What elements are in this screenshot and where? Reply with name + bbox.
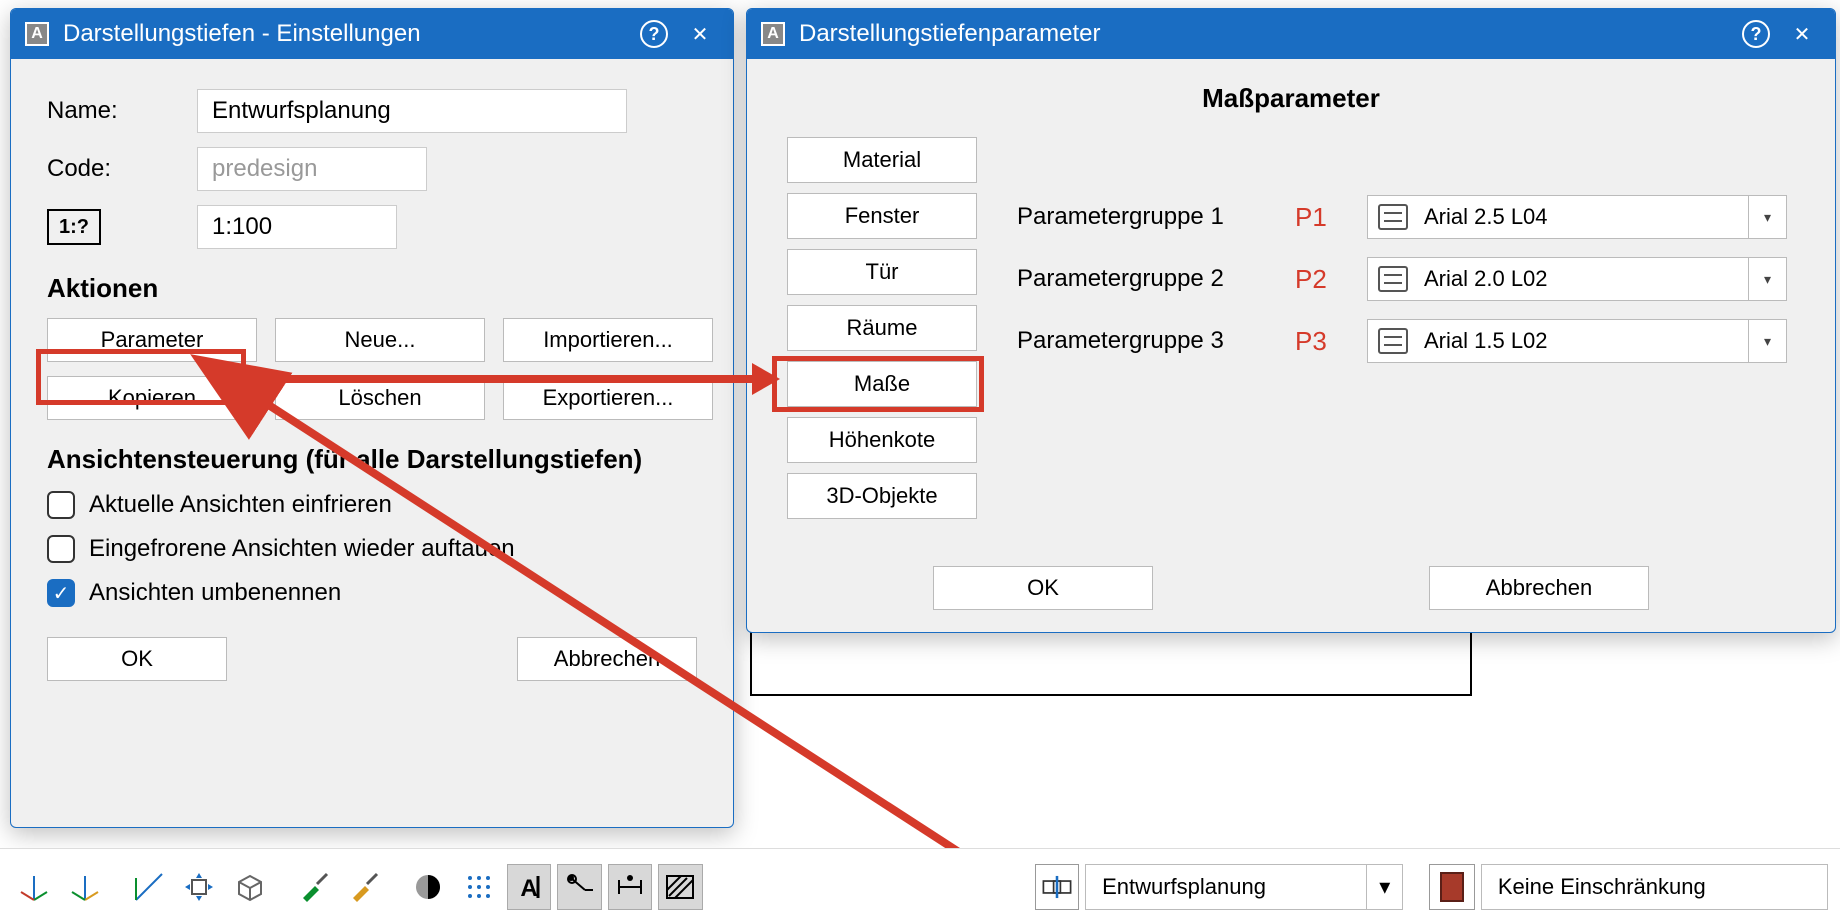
settings-dialog: A Darstellungstiefen - Einstellungen Nam…	[10, 8, 734, 828]
halftone-icon[interactable]	[406, 864, 450, 910]
axis-xyz-icon[interactable]	[12, 864, 56, 910]
tab-material[interactable]: Material	[787, 137, 977, 183]
text-a-icon[interactable]: A	[507, 864, 551, 910]
paramgroup3-tag: P3	[1295, 326, 1349, 357]
dialog2-title: Darstellungstiefenparameter	[799, 20, 1733, 48]
paramgroup1-label: Parametergruppe 1	[1017, 203, 1277, 231]
axis-alt-icon[interactable]	[62, 864, 106, 910]
depth-icon[interactable]	[1035, 864, 1079, 910]
paramgroup2-tag: P2	[1295, 264, 1349, 295]
paramgroup1-tag: P1	[1295, 202, 1349, 233]
bottom-toolbar: A Entwurfsplanung ▾ Keine Einschränkung	[0, 848, 1840, 924]
close-button[interactable]	[677, 9, 723, 59]
brush-green-icon[interactable]	[292, 864, 336, 910]
code-input[interactable]: predesign	[197, 147, 427, 191]
style-list-icon	[1378, 266, 1408, 292]
parameter-button[interactable]: Parameter	[47, 318, 257, 362]
unfreeze-views-label: Eingefrorene Ansichten wieder auftauen	[89, 535, 515, 563]
unfreeze-views-checkbox-row[interactable]: Eingefrorene Ansichten wieder auftauen	[47, 535, 697, 563]
name-label: Name:	[47, 97, 197, 125]
tab-tuer[interactable]: Tür	[787, 249, 977, 295]
tab-3dobjekte[interactable]: 3D-Objekte	[787, 473, 977, 519]
paramgroup1-combo[interactable]: Arial 2.5 L04 ▾	[1367, 195, 1787, 239]
dimension-h-icon[interactable]	[608, 864, 652, 910]
import-button[interactable]: Importieren...	[503, 318, 713, 362]
param-heading: Maßparameter	[1202, 83, 1380, 113]
brush-orange-icon[interactable]	[342, 864, 386, 910]
layerset-square-icon	[1440, 872, 1464, 902]
viewcontrol-header: Ansichtensteuerung (für alle Darstellung…	[47, 444, 697, 475]
ok-button[interactable]: OK	[933, 566, 1153, 610]
help-button[interactable]	[631, 9, 677, 59]
code-label: Code:	[47, 155, 197, 183]
chevron-down-icon[interactable]: ▾	[1748, 320, 1786, 362]
move-arrows-icon[interactable]	[177, 864, 221, 910]
tab-hoehenkote[interactable]: Höhenkote	[787, 417, 977, 463]
paramgroup2-label: Parametergruppe 2	[1017, 265, 1277, 293]
style-list-icon	[1378, 328, 1408, 354]
app-a-icon: A	[761, 22, 785, 46]
tab-fenster[interactable]: Fenster	[787, 193, 977, 239]
chevron-down-icon[interactable]: ▾	[1748, 196, 1786, 238]
grid-dots-icon[interactable]	[457, 864, 501, 910]
checkbox-unchecked-icon	[47, 535, 75, 563]
layerset-icon[interactable]	[1429, 864, 1475, 910]
chevron-down-icon[interactable]: ▾	[1748, 258, 1786, 300]
dialog2-titlebar[interactable]: A Darstellungstiefenparameter	[747, 9, 1835, 59]
dialog1-title: Darstellungstiefen - Einstellungen	[63, 20, 631, 48]
scale-input[interactable]: 1:100	[197, 205, 397, 249]
line-break-icon[interactable]	[557, 864, 601, 910]
annotation-arrow	[246, 375, 754, 383]
app-a-icon: A	[25, 22, 49, 46]
parameter-dialog: A Darstellungstiefenparameter Maßparamet…	[746, 8, 1836, 633]
close-button[interactable]	[1779, 9, 1825, 59]
cancel-button[interactable]: Abbrechen	[517, 637, 697, 681]
paramgroup3-label: Parametergruppe 3	[1017, 327, 1277, 355]
axis-line-icon[interactable]	[127, 864, 171, 910]
rename-views-label: Ansichten umbenennen	[89, 579, 341, 607]
tab-masse[interactable]: Maße	[787, 361, 977, 407]
paramgroup2-combo[interactable]: Arial 2.0 L02 ▾	[1367, 257, 1787, 301]
actions-header: Aktionen	[47, 273, 697, 304]
arrow-head-icon	[752, 363, 780, 395]
name-input[interactable]: Entwurfsplanung	[197, 89, 627, 133]
rename-views-checkbox-row[interactable]: Ansichten umbenennen	[47, 579, 697, 607]
restriction-dropdown[interactable]: Keine Einschränkung	[1481, 864, 1828, 910]
scale-icon: 1:?	[47, 209, 101, 245]
svg-text:A: A	[520, 875, 537, 902]
cube-icon[interactable]	[227, 864, 271, 910]
dialog1-titlebar[interactable]: A Darstellungstiefen - Einstellungen	[11, 9, 733, 59]
paramgroup3-combo[interactable]: Arial 1.5 L02 ▾	[1367, 319, 1787, 363]
new-button[interactable]: Neue...	[275, 318, 485, 362]
checkbox-unchecked-icon	[47, 491, 75, 519]
help-button[interactable]	[1733, 9, 1779, 59]
depth-dropdown[interactable]: Entwurfsplanung ▾	[1085, 864, 1403, 910]
cancel-button[interactable]: Abbrechen	[1429, 566, 1649, 610]
tab-raeume[interactable]: Räume	[787, 305, 977, 351]
style-list-icon	[1378, 204, 1408, 230]
ok-button[interactable]: OK	[47, 637, 227, 681]
freeze-views-label: Aktuelle Ansichten einfrieren	[89, 491, 392, 519]
copy-button[interactable]: Kopieren	[47, 376, 257, 420]
chevron-down-icon[interactable]: ▾	[1366, 865, 1402, 909]
checkbox-checked-icon	[47, 579, 75, 607]
freeze-views-checkbox-row[interactable]: Aktuelle Ansichten einfrieren	[47, 491, 697, 519]
hatch-icon[interactable]	[658, 864, 702, 910]
